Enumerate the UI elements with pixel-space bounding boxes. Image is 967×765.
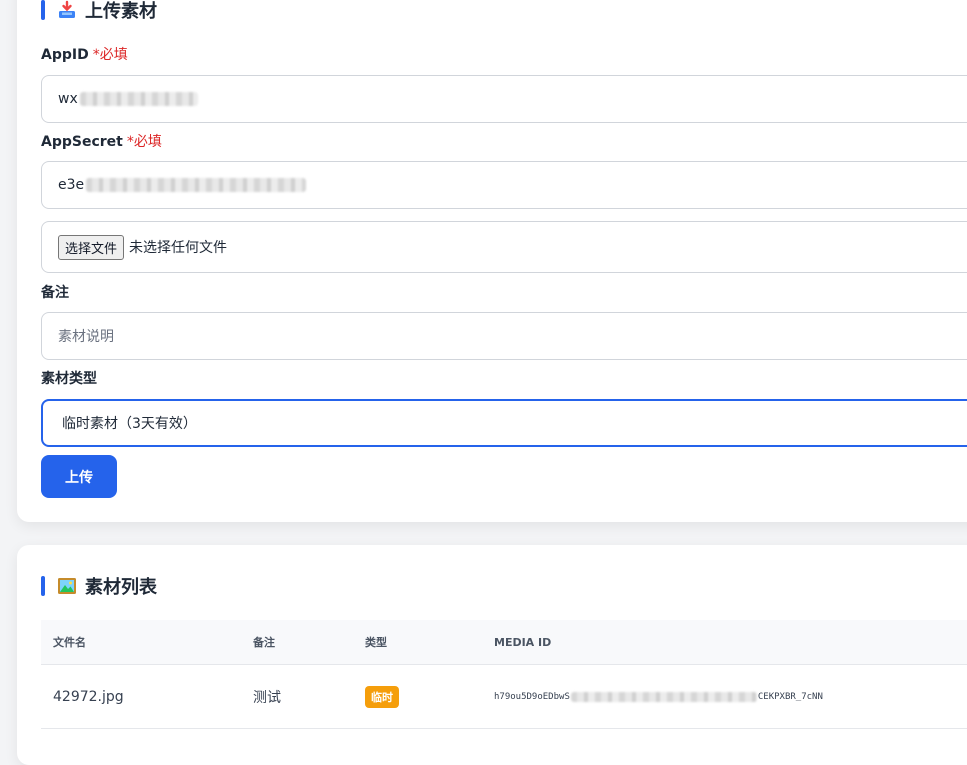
remark-label: 备注 xyxy=(41,285,69,301)
framed-picture-icon xyxy=(58,578,76,594)
row-filename: 42972.jpg xyxy=(53,689,124,705)
appsecret-label: AppSecret *必填 xyxy=(41,131,162,151)
file-input[interactable]: 选择文件 未选择任何文件 xyxy=(41,221,967,273)
list-section-title: 素材列表 xyxy=(41,573,157,599)
list-title-text: 素材列表 xyxy=(85,577,157,598)
col-media-id[interactable]: MEDIA ID xyxy=(494,620,551,664)
row-remark: 测试 xyxy=(253,690,281,706)
type-select[interactable]: 临时素材（3天有效） xyxy=(41,399,967,447)
appsecret-value: e3e xyxy=(58,177,85,193)
list-card: 素材列表 文件名 备注 类型 MEDIA ID 42972.jpg 测试 临时 … xyxy=(17,545,967,765)
redacted-mask xyxy=(86,178,307,192)
remark-input[interactable]: 素材说明 xyxy=(41,312,967,360)
row-media-id[interactable]: h79ou5D9oEDbwS CEKPXBR_7cNN xyxy=(494,666,823,728)
table-header: 文件名 备注 类型 MEDIA ID xyxy=(41,620,967,665)
upload-button[interactable]: 上传 xyxy=(41,455,117,498)
media-id-end: CEKPXBR_7cNN xyxy=(757,692,823,702)
remark-placeholder: 素材说明 xyxy=(58,329,114,345)
upload-card: 上传素材 AppID *必填 wx AppSecret *必填 e3e 选择文件 未… xyxy=(17,0,967,522)
status-badge: 临时 xyxy=(365,686,399,708)
redacted-mask xyxy=(570,692,757,702)
type-label: 素材类型 xyxy=(41,371,97,387)
appsecret-input[interactable]: e3e xyxy=(41,161,967,209)
appid-input[interactable]: wx xyxy=(41,75,967,123)
file-status-text: 未选择任何文件 xyxy=(129,240,228,256)
appid-label: AppID *必填 xyxy=(41,44,128,64)
media-id-start: h79ou5D9oEDbwS xyxy=(494,692,570,702)
upload-title-text: 上传素材 xyxy=(85,1,157,22)
redacted-mask xyxy=(79,92,198,106)
required-mark: *必填 xyxy=(126,134,162,150)
type-selected-value: 临时素材（3天有效） xyxy=(62,416,197,432)
inbox-tray-icon xyxy=(59,0,75,18)
table-row[interactable]: 42972.jpg 测试 临时 h79ou5D9oEDbwS CEKPXBR_7… xyxy=(41,666,967,729)
upload-section-title: 上传素材 xyxy=(41,0,157,23)
col-filename[interactable]: 文件名 xyxy=(53,620,86,664)
col-remark[interactable]: 备注 xyxy=(253,620,275,664)
appid-value: wx xyxy=(58,91,78,107)
col-type[interactable]: 类型 xyxy=(365,620,387,664)
appid-label-text: AppID xyxy=(41,47,89,63)
choose-file-button[interactable]: 选择文件 xyxy=(58,234,125,260)
appsecret-label-text: AppSecret xyxy=(41,134,123,150)
title-accent-bar xyxy=(41,0,45,20)
required-mark: *必填 xyxy=(92,47,128,63)
row-type: 临时 xyxy=(365,666,399,728)
title-accent-bar xyxy=(41,576,45,596)
